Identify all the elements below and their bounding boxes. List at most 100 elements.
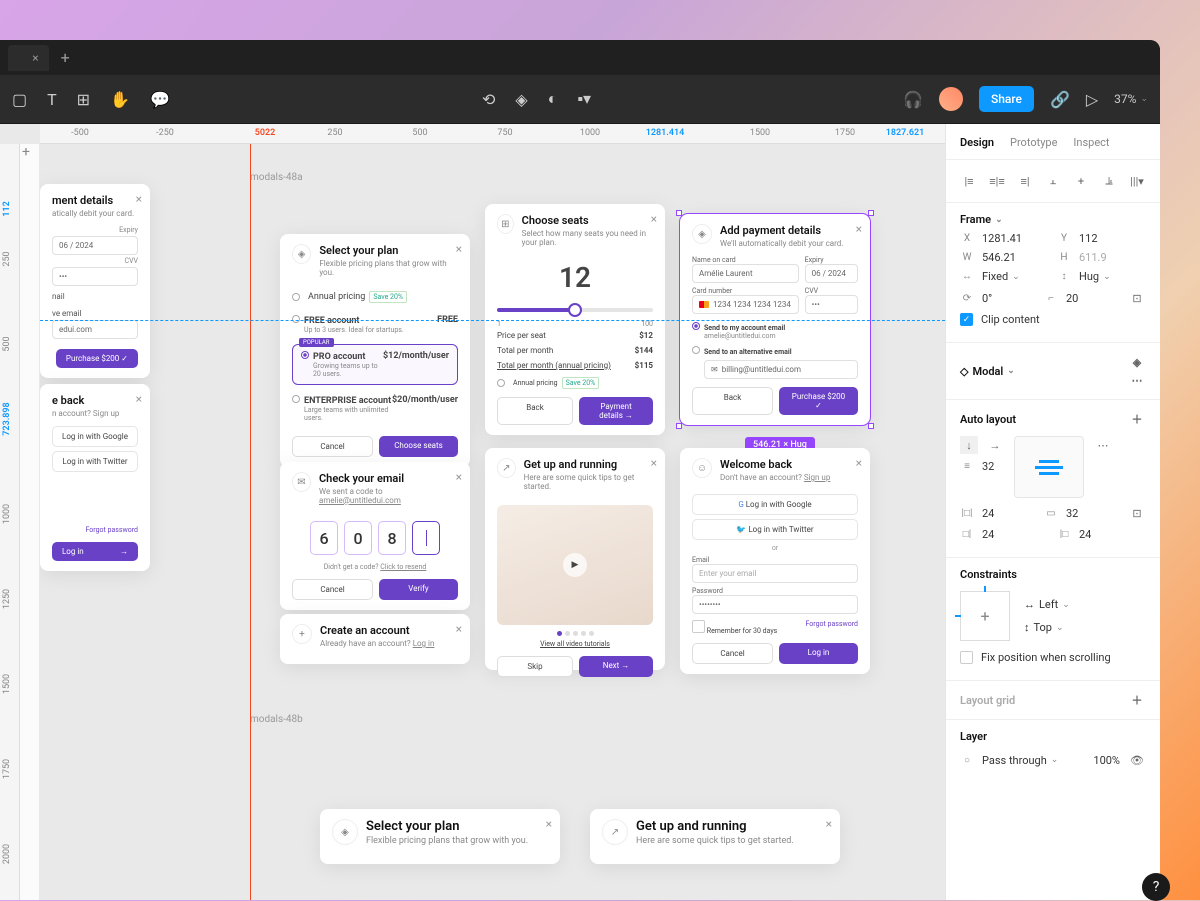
close-icon[interactable]: × xyxy=(456,622,462,636)
constraint-h-dropdown[interactable]: ↔ Left ⌄ xyxy=(1024,598,1070,611)
signup-link[interactable]: Sign up xyxy=(804,473,831,482)
email-input[interactable]: Enter your email xyxy=(692,564,858,583)
purchase-button[interactable]: Purchase $200 ✓ xyxy=(56,349,138,368)
hand-tool-icon[interactable]: ✋ xyxy=(110,90,130,109)
close-icon[interactable]: × xyxy=(456,242,462,256)
skip-button[interactable]: Skip xyxy=(497,656,573,677)
more-icon[interactable]: ⋯ xyxy=(1094,436,1112,454)
padding-r-input[interactable]: 24 xyxy=(1079,528,1146,541)
radio[interactable] xyxy=(292,395,300,403)
vertical-guide[interactable] xyxy=(250,124,251,900)
cancel-button[interactable]: Cancel xyxy=(292,436,373,457)
cancel-button[interactable]: Cancel xyxy=(292,579,373,600)
boolean-icon[interactable]: ▪▾ xyxy=(577,89,591,109)
modal-welcome-peek[interactable]: × e back n account? Sign up Log in with … xyxy=(40,384,150,571)
components-tool-icon[interactable]: ⊞ xyxy=(77,90,90,109)
twitter-login-button[interactable]: 🐦 Log in with Twitter xyxy=(692,519,858,540)
close-icon[interactable]: × xyxy=(456,470,462,484)
expiry-input[interactable]: 06 / 2024 xyxy=(805,264,858,283)
back-icon[interactable]: ⟲ xyxy=(482,90,495,109)
constraint-v-dropdown[interactable]: ↕ Top ⌄ xyxy=(1024,621,1070,634)
close-icon[interactable]: × xyxy=(651,212,657,226)
more-icon[interactable]: ⋯ xyxy=(1128,371,1146,389)
remember-checkbox[interactable]: Remember for 30 days xyxy=(692,620,777,635)
video-thumbnail[interactable]: ▶ xyxy=(497,505,653,625)
help-fab[interactable]: ? xyxy=(1142,873,1170,901)
rotation-input[interactable]: 0° xyxy=(982,292,1036,305)
radio[interactable] xyxy=(692,346,700,354)
close-icon[interactable]: × xyxy=(136,392,142,406)
modal-select-plan[interactable]: × ◈ Select your plan Flexible pricing pl… xyxy=(280,234,470,467)
cvv-input[interactable]: ••• xyxy=(52,267,138,286)
view-all-link[interactable]: View all video tutorials xyxy=(540,640,610,648)
expiry-input[interactable]: 06 / 2024 xyxy=(52,236,138,255)
align-bottom-icon[interactable]: ⫡ xyxy=(1100,172,1118,190)
email-input[interactable]: edui.com xyxy=(52,320,138,339)
file-tab[interactable]: 1 × xyxy=(8,45,49,71)
align-h-center-icon[interactable]: ≡|≡ xyxy=(988,172,1006,190)
forgot-password-link[interactable]: Forgot password xyxy=(52,526,138,534)
padding-v-input[interactable]: 32 xyxy=(1066,507,1120,520)
direction-vertical-icon[interactable]: ↓ xyxy=(960,436,978,454)
back-button[interactable]: Back xyxy=(692,387,773,415)
radio[interactable] xyxy=(292,315,300,323)
close-icon[interactable]: × xyxy=(856,456,862,470)
add-button[interactable]: ＋ xyxy=(1128,691,1146,709)
padding-h-input[interactable]: 24 xyxy=(982,507,1036,520)
x-input[interactable]: 1281.41 xyxy=(982,232,1049,245)
comment-tool-icon[interactable]: 💬 xyxy=(150,90,170,109)
radio[interactable] xyxy=(292,293,300,301)
audio-icon[interactable]: 🎧 xyxy=(903,90,923,109)
fix-position-checkbox[interactable] xyxy=(960,651,973,664)
close-icon[interactable]: × xyxy=(136,192,142,206)
tab-prototype[interactable]: Prototype xyxy=(1010,136,1057,159)
canvas[interactable]: -500-250502225050075010001281.4141500175… xyxy=(0,124,945,900)
play-icon[interactable]: ▷ xyxy=(1086,90,1098,109)
modal-get-up-b[interactable]: × ↗ Get up and running Here are some qui… xyxy=(590,809,840,864)
resend-link[interactable]: Click to resend xyxy=(380,563,426,571)
link-icon[interactable]: 🔗 xyxy=(1050,90,1070,109)
pagination-dot[interactable] xyxy=(589,631,594,636)
login-button[interactable]: Log in→ xyxy=(52,542,138,561)
twitter-login-button[interactable]: Log in with Twitter xyxy=(52,451,138,472)
w-input[interactable]: 546.21 xyxy=(982,251,1049,264)
modal-create-account[interactable]: × + Create an account Already have an ac… xyxy=(280,614,470,664)
modal-check-email[interactable]: × ✉ Check your email We sent a code to a… xyxy=(280,462,470,610)
align-right-icon[interactable]: ≡| xyxy=(1016,172,1034,190)
modal-get-up[interactable]: × ↗ Get up and running Here are some qui… xyxy=(485,448,665,670)
share-button[interactable]: Share xyxy=(979,86,1034,112)
distribute-icon[interactable]: |||▾ xyxy=(1128,172,1146,190)
name-input[interactable]: Amélie Laurent xyxy=(692,264,799,283)
play-icon[interactable]: ▶ xyxy=(563,553,587,577)
independent-corners-icon[interactable]: ⊡ xyxy=(1128,289,1146,307)
frame-tool-icon[interactable]: ▢ xyxy=(12,90,27,109)
new-tab-button[interactable]: + xyxy=(53,48,78,67)
tab-design[interactable]: Design xyxy=(960,136,994,159)
close-tab-icon[interactable]: × xyxy=(32,51,38,65)
pagination-dot[interactable] xyxy=(573,631,578,636)
payment-details-button[interactable]: Payment details → xyxy=(579,397,653,425)
tab-inspect[interactable]: Inspect xyxy=(1073,136,1109,159)
close-icon[interactable]: × xyxy=(651,456,657,470)
opacity-input[interactable]: 100% xyxy=(1077,754,1120,767)
text-tool-icon[interactable]: T xyxy=(47,90,57,109)
independent-padding-icon[interactable]: ⊡ xyxy=(1128,504,1146,522)
blend-mode-dropdown[interactable]: Pass through ⌄ xyxy=(982,754,1069,767)
modal-welcome-back[interactable]: × ☺ Welcome back Don't have an account? … xyxy=(680,448,870,674)
login-button[interactable]: Log in xyxy=(779,643,858,664)
seat-slider[interactable] xyxy=(497,308,653,312)
next-button[interactable]: Next → xyxy=(579,656,653,677)
cancel-button[interactable]: Cancel xyxy=(692,643,773,664)
verify-button[interactable]: Verify xyxy=(379,579,458,600)
alignment-diagram[interactable] xyxy=(1014,436,1084,498)
visibility-icon[interactable]: 👁 xyxy=(1128,751,1146,769)
zoom-dropdown[interactable]: 37%⌄ xyxy=(1114,92,1148,106)
horizontal-guide[interactable] xyxy=(40,320,945,321)
direction-horizontal-icon[interactable]: → xyxy=(986,436,1004,454)
add-layer-icon[interactable]: + xyxy=(22,144,30,160)
w-mode-dropdown[interactable]: Fixed ⌄ xyxy=(982,270,1049,283)
pagination-dot[interactable] xyxy=(581,631,586,636)
card-number-input[interactable]: 1234 1234 1234 1234 xyxy=(692,295,799,314)
google-login-button[interactable]: Log in with Google xyxy=(52,426,138,447)
close-icon[interactable]: × xyxy=(546,817,552,831)
